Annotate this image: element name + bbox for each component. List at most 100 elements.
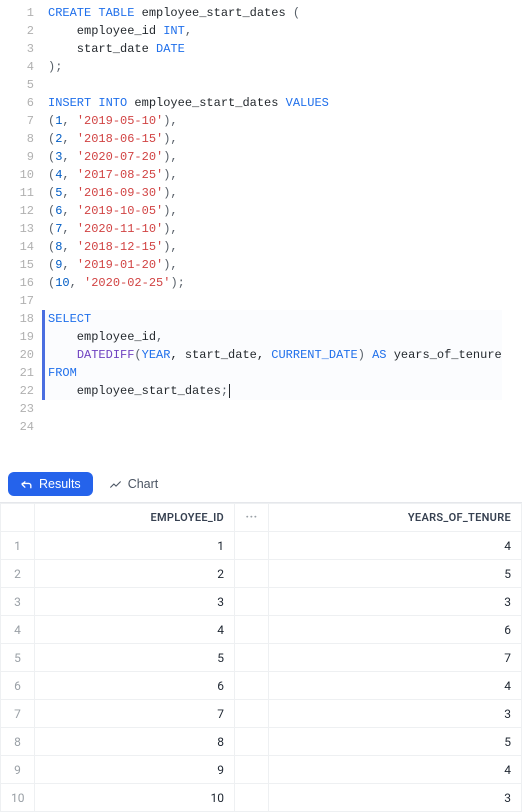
line-number: 6 (0, 94, 34, 112)
code-line[interactable]: INSERT INTO employee_start_dates VALUES (48, 94, 502, 112)
cell-employee-id[interactable]: 5 (35, 644, 235, 672)
token: '2016-09-30' (77, 186, 163, 200)
sql-editor[interactable]: 123456789101112131415161718192021222324 … (0, 0, 522, 444)
cell-years-of-tenure[interactable]: 5 (269, 728, 522, 756)
code-line[interactable] (48, 418, 502, 436)
code-line[interactable]: FROM (48, 364, 502, 382)
code-line[interactable]: (9, '2019-01-20'), (48, 256, 502, 274)
table-row[interactable]: 22 5 (1, 560, 522, 588)
token: employee_id (48, 330, 156, 344)
token: ), (163, 168, 177, 182)
cell-years-of-tenure[interactable]: 6 (269, 616, 522, 644)
cell-employee-id[interactable]: 9 (35, 756, 235, 784)
line-number: 9 (0, 148, 34, 166)
row-index: 5 (1, 644, 35, 672)
cell-ellipsis (235, 728, 269, 756)
code-line[interactable]: ); (48, 58, 502, 76)
col-header-years-of-tenure[interactable]: YEARS_OF_TENURE (269, 504, 522, 532)
cell-employee-id[interactable]: 10 (35, 784, 235, 812)
code-line[interactable]: start_date DATE (48, 40, 502, 58)
code-line[interactable]: employee_start_dates; (48, 382, 502, 400)
table-row[interactable]: 88 5 (1, 728, 522, 756)
cell-years-of-tenure[interactable]: 4 (269, 532, 522, 560)
code-line[interactable] (48, 292, 502, 310)
col-header-employee-id[interactable]: EMPLOYEE_ID (35, 504, 235, 532)
cell-years-of-tenure[interactable]: 3 (269, 588, 522, 616)
code-line[interactable]: (4, '2017-08-25'), (48, 166, 502, 184)
results-grid-wrap[interactable]: EMPLOYEE_ID ··· YEARS_OF_TENURE 11422533… (0, 503, 522, 812)
token: ), (163, 222, 177, 236)
token: VALUES (286, 96, 329, 110)
token: years_of_tenure (387, 348, 502, 362)
chart-tab-button[interactable]: Chart (99, 472, 169, 496)
cell-employee-id[interactable]: 8 (35, 728, 235, 756)
cell-years-of-tenure[interactable]: 5 (269, 560, 522, 588)
code-line[interactable]: employee_id, (48, 328, 502, 346)
active-statement-highlight (42, 310, 502, 328)
token (48, 348, 77, 362)
line-number: 19 (0, 328, 34, 346)
code-line[interactable] (48, 400, 502, 418)
cell-employee-id[interactable]: 7 (35, 700, 235, 728)
token: ), (163, 204, 177, 218)
cell-years-of-tenure[interactable]: 7 (269, 644, 522, 672)
token: , (62, 132, 76, 146)
code-line[interactable]: (3, '2020-07-20'), (48, 148, 502, 166)
line-number: 15 (0, 256, 34, 274)
results-tab-button[interactable]: Results (8, 472, 93, 496)
token: , (62, 258, 76, 272)
cell-employee-id[interactable]: 4 (35, 616, 235, 644)
code-area[interactable]: CREATE TABLE employee_start_dates ( empl… (48, 4, 502, 436)
line-number: 11 (0, 184, 34, 202)
cell-employee-id[interactable]: 1 (35, 532, 235, 560)
token: , (156, 330, 163, 344)
token: , (62, 240, 76, 254)
code-line[interactable]: CREATE TABLE employee_start_dates ( (48, 4, 502, 22)
col-header-ellipsis[interactable]: ··· (235, 504, 269, 532)
cell-years-of-tenure[interactable]: 4 (269, 756, 522, 784)
code-line[interactable]: (2, '2018-06-15'), (48, 130, 502, 148)
code-line[interactable]: employee_id INT, (48, 22, 502, 40)
token: SELECT (48, 312, 91, 326)
cell-years-of-tenure[interactable]: 3 (269, 700, 522, 728)
results-tab-label: Results (39, 477, 81, 491)
header-row: EMPLOYEE_ID ··· YEARS_OF_TENURE (1, 504, 522, 532)
code-line[interactable] (48, 76, 502, 94)
row-index: 4 (1, 616, 35, 644)
cell-years-of-tenure[interactable]: 3 (269, 784, 522, 812)
code-line[interactable]: SELECT (48, 310, 502, 328)
table-row[interactable]: 10103 (1, 784, 522, 812)
cell-employee-id[interactable]: 3 (35, 588, 235, 616)
code-line[interactable]: (5, '2016-09-30'), (48, 184, 502, 202)
code-line[interactable]: (6, '2019-10-05'), (48, 202, 502, 220)
table-row[interactable]: 994 (1, 756, 522, 784)
table-row[interactable]: 333 (1, 588, 522, 616)
table-row[interactable]: 773 (1, 700, 522, 728)
cell-ellipsis (235, 560, 269, 588)
code-line[interactable]: (1, '2019-05-10'), (48, 112, 502, 130)
token: AS (372, 348, 386, 362)
table-row[interactable]: 55 7 (1, 644, 522, 672)
table-row[interactable]: 664 (1, 672, 522, 700)
table-row[interactable]: 44 6 (1, 616, 522, 644)
code-line[interactable]: (10, '2020-02-25'); (48, 274, 502, 292)
token: ( (134, 348, 141, 362)
row-index: 8 (1, 728, 35, 756)
cell-employee-id[interactable]: 6 (35, 672, 235, 700)
table-row[interactable]: 11 4 (1, 532, 522, 560)
cell-years-of-tenure[interactable]: 4 (269, 672, 522, 700)
token: '2020-02-25' (84, 276, 170, 290)
results-grid: EMPLOYEE_ID ··· YEARS_OF_TENURE 11422533… (0, 503, 522, 812)
token: '2020-11-10' (77, 222, 163, 236)
code-line[interactable]: DATEDIFF(YEAR, start_date, CURRENT_DATE)… (48, 346, 502, 364)
code-line[interactable]: (8, '2018-12-15'), (48, 238, 502, 256)
cell-ellipsis (235, 672, 269, 700)
token: '2017-08-25' (77, 168, 163, 182)
token: employee_start_dates (48, 384, 221, 398)
cell-employee-id[interactable]: 2 (35, 560, 235, 588)
code-line[interactable]: (7, '2020-11-10'), (48, 220, 502, 238)
token: '2019-05-10' (77, 114, 163, 128)
row-index: 1 (1, 532, 35, 560)
cell-ellipsis (235, 616, 269, 644)
row-index: 2 (1, 560, 35, 588)
